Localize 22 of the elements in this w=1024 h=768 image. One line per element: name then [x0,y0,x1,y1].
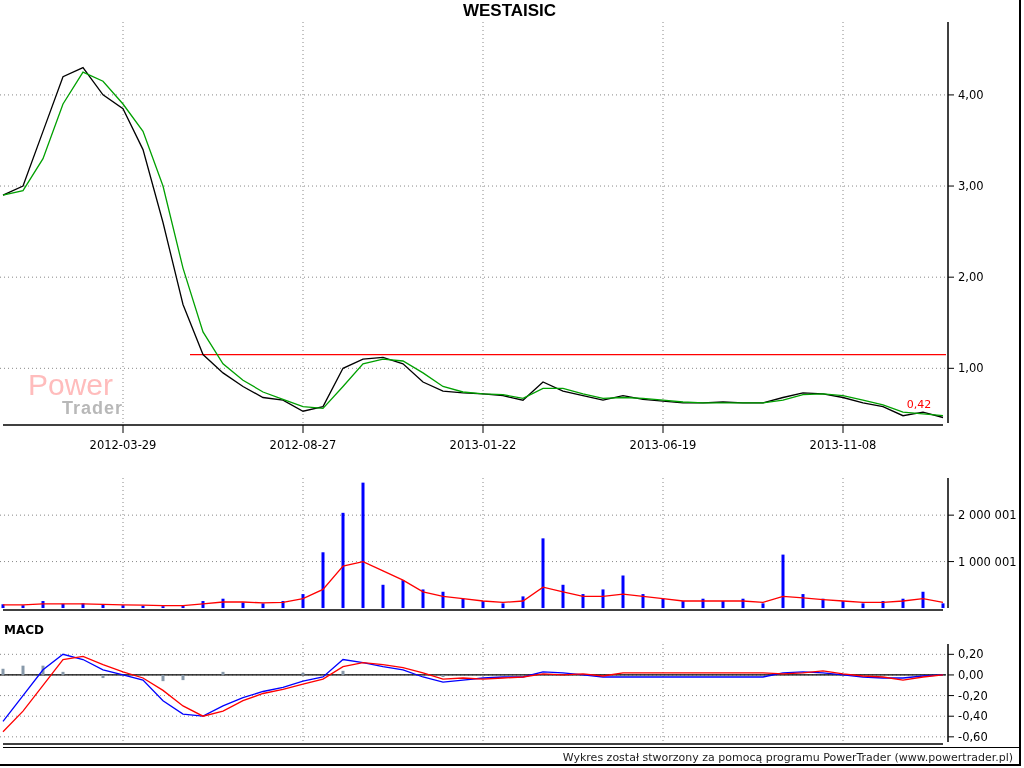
y-tick-label: 3,00 [958,179,984,194]
y-tick-label: -0,40 [958,709,988,724]
last-value-label: 0,42 [906,398,932,412]
x-tick-label: 2013-01-22 [449,438,517,452]
footer-credit: Wykres został stworzony za pomocą programu PowerTrader (www.powertrader.pl) [562,751,1013,764]
y-tick-label: -0,20 [958,688,988,703]
y-tick-label: 1 000 001 [958,554,1017,569]
indicator-label: MACD [4,623,44,637]
logo-text: Trader [62,398,124,418]
y-tick-label: 1,00 [958,361,984,376]
y-tick-label: 4,00 [958,87,984,102]
y-tick-label: -0,60 [958,729,988,744]
y-tick-label: 0,20 [958,647,984,662]
y-tick-label: 2 000 001 [958,508,1017,523]
chart-title: WESTAISIC [462,1,557,21]
y-tick-label: 2,00 [958,270,984,285]
x-tick-label: 2012-08-27 [269,438,337,452]
logo-text: Power [28,368,114,401]
x-tick-label: 2013-06-19 [629,438,697,452]
x-tick-label: 2013-11-08 [809,438,877,452]
x-tick-label: 2012-03-29 [89,438,157,452]
y-tick-label: 0,00 [958,667,984,682]
